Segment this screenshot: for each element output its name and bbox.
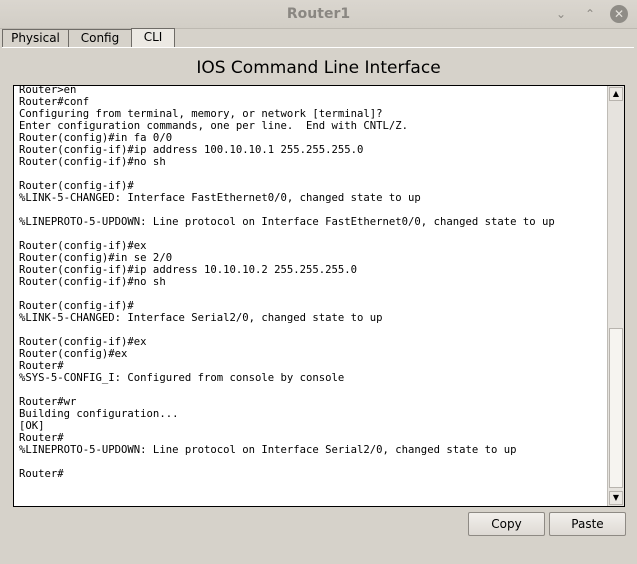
window-title: Router1 bbox=[286, 6, 351, 22]
tab-physical[interactable]: Physical bbox=[2, 29, 69, 47]
terminal-console[interactable]: Router>en Router#conf Configuring from t… bbox=[13, 85, 625, 507]
scroll-up-icon[interactable]: ▲ bbox=[609, 87, 623, 101]
title-bar: Router1 ⌄ ⌃ ✕ bbox=[0, 0, 637, 29]
close-icon[interactable]: ✕ bbox=[610, 5, 628, 23]
copy-button[interactable]: Copy bbox=[468, 512, 545, 536]
scroll-thumb[interactable] bbox=[609, 328, 623, 488]
paste-button[interactable]: Paste bbox=[549, 512, 626, 536]
terminal-output[interactable]: Router>en Router#conf Configuring from t… bbox=[19, 86, 555, 480]
tab-cli[interactable]: CLI bbox=[131, 28, 175, 47]
tab-config[interactable]: Config bbox=[68, 29, 132, 47]
maximize-icon[interactable]: ⌃ bbox=[581, 5, 599, 23]
scroll-down-icon[interactable]: ▼ bbox=[609, 491, 623, 505]
page-title: IOS Command Line Interface bbox=[196, 58, 441, 78]
vertical-scrollbar[interactable]: ▲ ▼ bbox=[607, 86, 624, 506]
minimize-icon[interactable]: ⌄ bbox=[552, 5, 570, 23]
